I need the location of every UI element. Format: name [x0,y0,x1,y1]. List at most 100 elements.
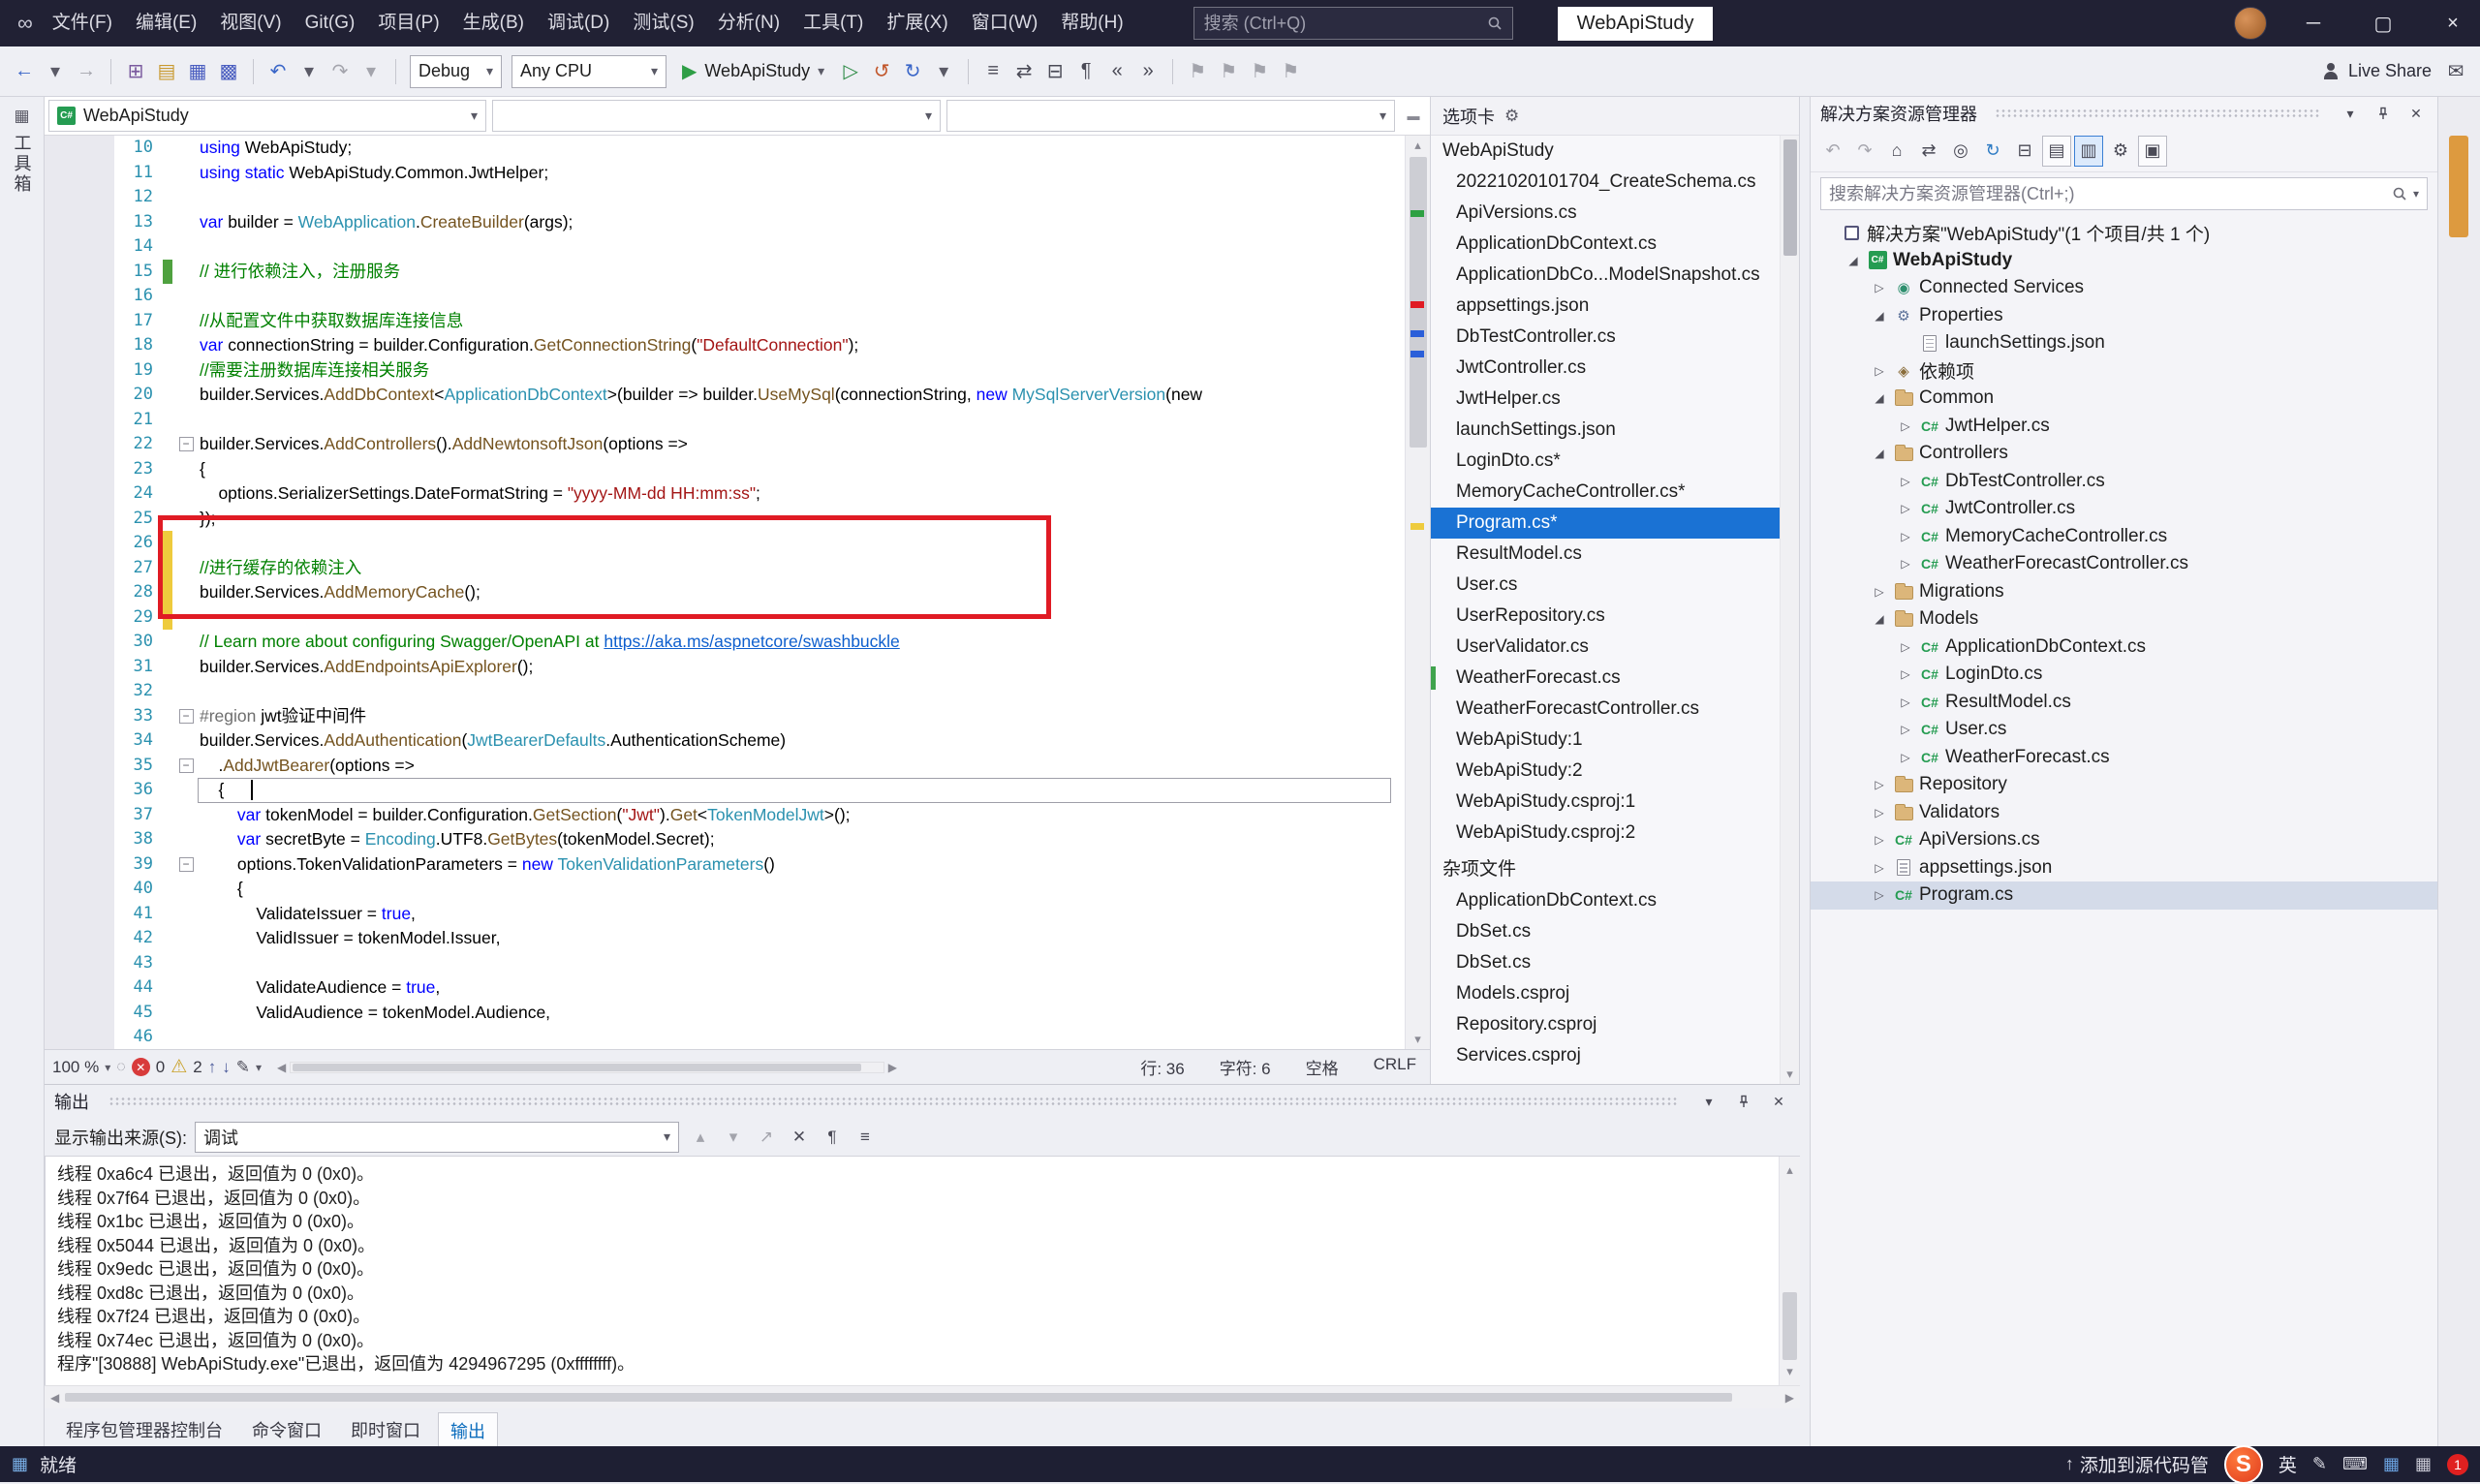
code-line[interactable]: 17 //从配置文件中获取数据库连接信息 [45,308,1430,333]
code-text[interactable]: ValidAudience = tokenModel.Audience, [200,1001,1430,1026]
expander-icon[interactable]: ◢ [1843,254,1864,267]
scrollbar-thumb[interactable] [1783,139,1797,256]
scrollbar-track[interactable] [290,1061,884,1073]
code-text[interactable] [200,284,1430,309]
code-line[interactable]: 31 builder.Services.AddEndpointsApiExplor… [45,654,1430,679]
menu-item[interactable]: 帮助(H) [1049,0,1134,46]
scrollbar-thumb[interactable] [293,1063,862,1071]
code-line[interactable]: 38 var secretByte = Encoding.UTF8.GetByt… [45,827,1430,852]
code-line[interactable]: 43 [45,950,1430,975]
project-dropdown[interactable]: C# WebApiStudy ▾ [48,100,486,132]
breakpoint-margin[interactable] [45,851,114,877]
nav-back-icon[interactable]: ↶ [1818,136,1847,167]
menu-item[interactable]: 扩展(X) [875,0,959,46]
hot-reload-icon[interactable]: ↺ [867,54,896,89]
open-document-item[interactable]: Models.csproj [1431,978,1799,1009]
restart-app-icon[interactable]: ↻ [898,54,927,89]
scroll-up-icon[interactable]: ▴ [1406,138,1430,153]
editor-vertical-scrollbar[interactable]: ▴ ▾ [1405,136,1430,1049]
code-line[interactable]: 42 ValidIssuer = tokenModel.Issuer, [45,926,1430,951]
open-document-item[interactable]: DbSet.cs [1431,947,1799,978]
code-line[interactable]: 40 { [45,877,1430,902]
prev-message-icon[interactable]: ▴ [687,1123,714,1152]
line-ending-indicator[interactable]: CRLF [1374,1055,1416,1079]
close-icon[interactable]: ✕ [2404,106,2428,122]
output-source-dropdown[interactable]: 调试 ▾ [195,1121,679,1153]
tree-item[interactable]: ◢ ⚙ Properties [1811,302,2437,330]
save-all-icon[interactable]: ▩ [214,54,243,89]
breakpoint-margin[interactable] [45,827,114,852]
tree-item[interactable]: ▷ C# MemoryCacheController.cs [1811,523,2437,551]
expander-icon[interactable]: ▷ [1895,696,1916,709]
quick-search-box[interactable] [1193,7,1513,40]
expander-icon[interactable]: ▷ [1895,723,1916,736]
spaces-indicator[interactable]: 空格 [1306,1055,1339,1079]
breakpoint-margin[interactable] [45,308,114,333]
undo-icon[interactable]: ↶ [264,54,293,89]
code-line[interactable]: 30 // Learn more about configuring Swagge… [45,630,1430,655]
new-project-icon[interactable]: ⊞ [121,54,150,89]
code-line[interactable]: 34 builder.Services.AddAuthentication(Jwt… [45,728,1430,754]
toggle-autoscroll-icon[interactable]: ≡ [852,1123,879,1152]
breakpoint-margin[interactable] [45,234,114,260]
expander-icon[interactable]: ▷ [1895,419,1916,433]
breakpoint-margin[interactable] [45,555,114,580]
goto-source-icon[interactable]: ↗ [753,1123,780,1152]
breakpoint-margin[interactable] [45,1025,114,1049]
open-document-item[interactable]: WeatherForecast.cs [1431,663,1799,694]
open-document-item[interactable]: ResultModel.cs [1431,539,1799,570]
code-text[interactable]: // 进行依赖注入，注册服务 [200,260,1430,285]
code-line[interactable]: 18 var connectionString = builder.Configu… [45,333,1430,358]
tree-item[interactable]: ▷ Validators [1811,799,2437,827]
code-area[interactable]: 10 using WebApiStudy; 11 using static WebAp… [45,136,1430,1049]
bookmark-next-icon[interactable]: ⚑ [1245,54,1274,89]
breakpoint-margin[interactable] [45,753,114,778]
chevron-down-icon[interactable]: ▾ [2339,106,2362,122]
expander-icon[interactable]: ▷ [1895,640,1916,654]
code-line[interactable]: 46 [45,1025,1430,1049]
expander-icon[interactable]: ▷ [1895,475,1916,488]
minimize-button[interactable]: ─ [2290,0,2337,46]
open-document-item[interactable]: JwtController.cs [1431,353,1799,384]
tree-item[interactable]: ▷ C# JwtController.cs [1811,495,2437,523]
scrollbar-thumb[interactable] [65,1392,1732,1402]
breakpoint-margin[interactable] [45,259,114,284]
toolbox-tab[interactable]: 工具箱 [10,134,35,195]
scroll-left-icon[interactable]: ◀ [50,1391,59,1405]
menu-item[interactable]: 调试(D) [536,0,621,46]
tree-item[interactable]: ▷ C# WeatherForecastController.cs [1811,550,2437,578]
code-line[interactable]: 32 [45,679,1430,704]
close-button[interactable]: × [2430,0,2476,46]
code-line[interactable]: 37 var tokenModel = builder.Configuratio… [45,802,1430,827]
next-message-icon[interactable]: ▾ [720,1123,747,1152]
breakpoint-margin[interactable] [45,160,114,185]
navigate-forward-icon[interactable]: → [72,54,101,89]
nav-forward-icon[interactable]: ↷ [1850,136,1879,167]
fold-margin[interactable]: − [172,704,200,729]
pencil-icon[interactable]: ✎ [2312,1454,2327,1474]
tree-item[interactable]: ▷ ◉ Connected Services [1811,274,2437,302]
panel-splitter[interactable] [1800,97,1810,1446]
bottom-panel-tab[interactable]: 即时窗口 [339,1412,432,1447]
open-document-item[interactable]: WebApiStudy:1 [1431,725,1799,756]
code-line[interactable]: 45 ValidAudience = tokenModel.Audience, [45,1000,1430,1026]
undo-menu-icon[interactable]: ▾ [294,54,324,89]
breakpoint-margin[interactable] [45,926,114,951]
next-issue-icon[interactable]: ↓ [222,1058,231,1077]
warning-count[interactable]: 2 [193,1058,202,1077]
code-text[interactable]: builder.Services.AddDbContext<Applicatio… [200,383,1430,408]
restart-menu-icon[interactable]: ▾ [929,54,958,89]
scroll-down-icon[interactable]: ▾ [1406,1032,1430,1047]
breakpoint-margin[interactable] [45,284,114,309]
tree-item[interactable]: ◢ Common [1811,385,2437,413]
expander-icon[interactable]: ◢ [1869,612,1890,626]
breakpoint-margin[interactable] [45,383,114,408]
split-window-handle[interactable]: ▬ [1401,100,1426,132]
code-text[interactable]: { [200,877,1430,902]
expander-icon[interactable]: ▷ [1869,861,1890,875]
open-document-item[interactable]: WebApiStudy:2 [1431,756,1799,787]
properties-icon[interactable]: ⚙ [2106,136,2135,167]
code-line[interactable]: 20 builder.Services.AddDbContext<Applicat… [45,383,1430,408]
code-text[interactable] [200,1025,1430,1049]
collapse-box-icon[interactable]: − [178,708,194,724]
